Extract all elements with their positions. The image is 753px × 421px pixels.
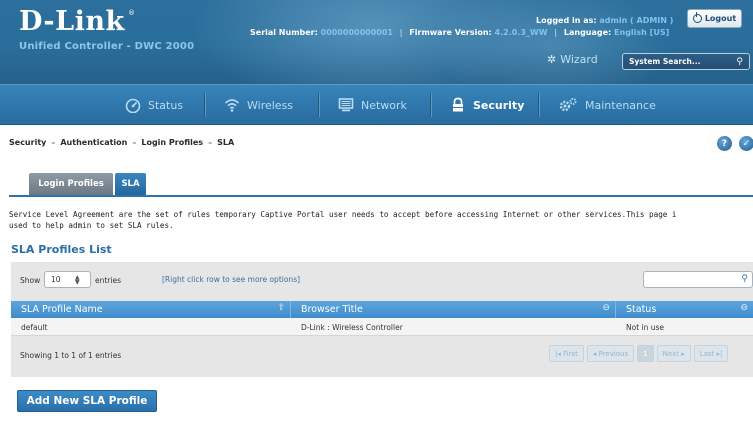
help-icon[interactable]: ? [717,136,732,151]
logged-in-label: Logged in as: [536,16,597,25]
entries-per-page-select[interactable]: 10 ▲ ▼ [44,271,91,288]
nav-divider [538,93,539,117]
pagination: |◂ First ◂ Previous 1 Next ▸ Last ▸| [549,345,729,362]
breadcrumb-item[interactable]: Authentication [60,138,127,147]
lock-icon [453,97,463,112]
pager-label: Previous [598,349,629,358]
nav-label: Network [361,98,407,112]
breadcrumb-item[interactable]: Security [9,138,46,147]
table-info: Showing 1 to 1 of 1 entries [20,351,122,360]
logged-in-info: Logged in as: admin ( ADMIN ) [536,16,673,25]
info-icon[interactable]: ✓ [739,136,753,151]
nav-label: Wireless [247,98,294,112]
language-value[interactable]: English [US] [614,28,669,37]
system-search-input[interactable]: System Search... ⚲ [622,53,750,70]
add-new-sla-profile-button[interactable]: Add New SLA Profile [17,390,157,412]
cell-status: Not in use [626,322,665,332]
app-header: D-Link ® Unified Controller - DWC 2000 S… [0,0,753,84]
network-icon [338,98,354,112]
entries-value: 10 [51,275,61,284]
tab-login-profiles[interactable]: Login Profiles [29,173,113,195]
breadcrumb-separator: – [51,138,56,147]
breadcrumb-item: SLA [217,138,235,147]
nav-item-wireless[interactable]: Wireless [224,85,293,125]
breadcrumb-separator: – [132,138,137,147]
nav-label: Maintenance [585,98,656,112]
sort-icon: ⊖ [740,303,748,313]
search-placeholder: System Search... [629,57,701,66]
page-description: Service Level Agreement are the set of r… [9,210,677,230]
main-nav: Status Wireless Network Security Mainten… [0,84,753,125]
breadcrumb-separator: – [208,138,213,147]
column-header-label: Status [626,304,657,315]
sla-profiles-table-panel: Show 10 ▲ ▼ entries [Right click row to s… [11,262,753,377]
logout-button[interactable]: Logout [687,9,742,28]
gauge-icon [125,98,141,113]
search-icon[interactable]: ⚲ [736,57,743,67]
nav-divider [318,93,319,117]
logo-text: D-Link [19,6,125,37]
sort-icon: ⇧ [277,303,285,313]
column-header-label: SLA Profile Name [21,304,103,315]
header-glow [430,0,670,84]
product-subtitle: Unified Controller - DWC 2000 [19,41,195,52]
pager-first-button[interactable]: |◂ First [549,345,584,362]
power-icon [692,12,702,23]
pager-next-button[interactable]: Next ▸ [656,345,691,362]
entries-label: entries [95,276,121,285]
table-header: SLA Profile Name ⇧ Browser Title ⊖ Statu… [11,301,753,318]
firmware-value: 4.2.0.3_WW [494,28,548,37]
logo-registered-mark: ® [128,9,136,17]
wifi-icon [224,99,240,112]
table-row[interactable]: default D-Link : Wireless Controller Not… [11,318,753,336]
pager-page-button[interactable]: 1 [637,345,654,362]
nav-label: Security [473,98,525,112]
magic-wand-icon: ✲ [547,53,557,66]
nav-item-security[interactable]: Security [450,85,524,125]
column-header-status[interactable]: Status ⊖ [616,301,753,318]
table-toolbar: Show 10 ▲ ▼ entries [Right click row to s… [11,262,753,295]
dlink-logo: D-Link ® [19,6,135,37]
nav-divider [204,93,205,117]
tab-sla[interactable]: SLA [115,173,146,195]
pager-label: First [563,349,578,358]
pager-last-button[interactable]: Last ▸| [693,345,729,362]
column-header-label: Browser Title [301,304,363,315]
show-label: Show [20,276,41,285]
sort-icon: ⊖ [602,303,610,313]
search-icon: ⚲ [741,274,748,284]
table-search-input[interactable]: ⚲ [643,271,753,288]
divider: | [554,28,558,37]
nav-item-maintenance[interactable]: Maintenance [558,85,656,125]
nav-label: Status [148,98,184,112]
cell-browser-title: D-Link : Wireless Controller [301,322,403,332]
pager-label: Next [662,349,679,358]
gears-icon [559,98,577,112]
right-click-hint: [Right click row to see more options] [162,275,301,284]
nav-item-status[interactable]: Status [125,85,183,125]
logout-label: Logout [704,14,737,23]
tabs-underline [9,195,753,197]
breadcrumb: Security – Authentication – Login Profiles – S… [9,138,234,147]
wizard-link[interactable]: ✲ Wizard [547,53,598,66]
column-header-browser-title[interactable]: Browser Title ⊖ [291,301,616,318]
language-label: Language: [563,28,612,37]
serial-label: Serial Number: [250,28,318,37]
column-header-sla-profile-name[interactable]: SLA Profile Name ⇧ [11,301,291,318]
firmware-label: Firmware Version: [409,28,492,37]
serial-value: 0000000000001 [320,28,393,37]
spinner-arrows-icon: ▲ ▼ [75,274,80,286]
pager-label: Last [699,349,715,358]
pager-previous-button[interactable]: ◂ Previous [586,345,635,362]
divider: | [399,28,403,37]
cell-sla-profile-name: default [21,322,48,332]
nav-divider [430,93,431,117]
nav-item-network[interactable]: Network [338,85,407,125]
breadcrumb-item[interactable]: Login Profiles [141,138,203,147]
logged-in-user: admin ( ADMIN ) [599,16,674,25]
section-title: SLA Profiles List [11,243,112,256]
wizard-label: Wizard [560,53,598,66]
device-info: Serial Number: 0000000000001 | Firmware … [250,28,669,37]
